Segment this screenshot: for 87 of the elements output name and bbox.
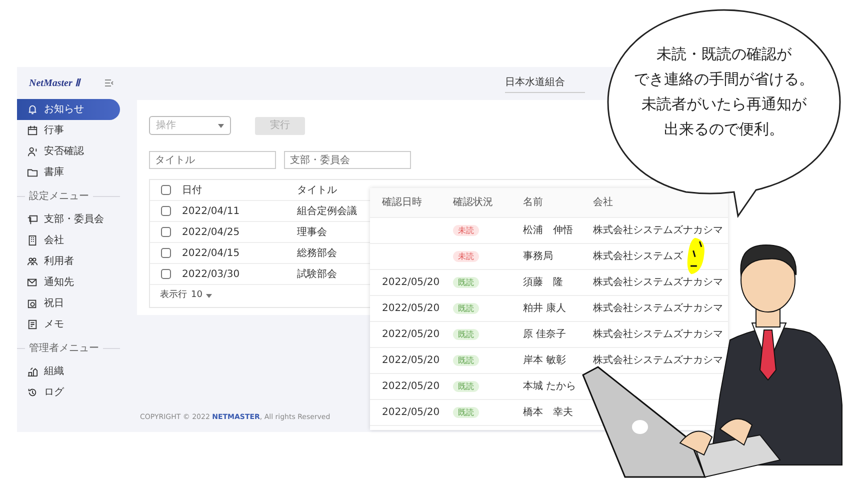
table-cell: 総務部会 [297, 248, 337, 258]
table-cell-text: 株式会社システムズナカシマ [593, 328, 723, 342]
speech-text: 未読者がいたら再通知が [642, 94, 806, 114]
table-cell: 2022/04/11 [182, 206, 240, 216]
row-checkbox[interactable] [161, 227, 171, 237]
signboard-icon [27, 214, 38, 225]
sidebar-item[interactable]: お知らせ [17, 99, 120, 120]
caret-icon [206, 294, 212, 298]
surprise-marks-drawing [686, 236, 706, 276]
memo-icon [27, 319, 38, 330]
status-tag: 既読 [453, 407, 479, 418]
person-icon [27, 146, 38, 157]
menu-section-title: 管理者メニュー [29, 342, 99, 356]
table-cell: 2022/05/20 [382, 329, 440, 340]
table-cell: 2022/05/20 [382, 355, 440, 366]
column-header: 確認日時 [381, 196, 423, 210]
table-cell: 組合定例会議 [297, 206, 357, 216]
bell-icon [27, 104, 38, 115]
table-cell: 須藤 隆 [523, 277, 563, 288]
table-cell: 理事会 [297, 226, 327, 238]
column-header: 会社 [593, 196, 613, 210]
menu-collapse-icon[interactable] [105, 79, 114, 87]
table-cell: 岸本 敏彰 [523, 355, 566, 366]
column-header: 日付 [182, 184, 202, 196]
table-cell: 2022/03/30 [182, 268, 240, 280]
table-cell-text: 株式会社システムズナカシマ [593, 276, 723, 290]
organization-selector[interactable]: 日本水道組合 [505, 74, 585, 92]
table-cell: 松浦 伸悟 [523, 225, 573, 236]
sidebar-item[interactable]: 書庫 [17, 162, 120, 183]
column-header: 確認状況 [453, 196, 494, 210]
sidebar-item[interactable]: 通知先 [17, 272, 120, 293]
caret-icon [218, 124, 224, 128]
calendar-icon [27, 125, 38, 136]
table-cell: 橋本 幸夫 [523, 407, 573, 418]
table-cell-text: 株式会社システムズナカシマ [593, 302, 723, 316]
envelope-icon [27, 277, 38, 288]
filter-field[interactable]: 支部・委員会 [284, 151, 411, 169]
table-cell: 2022/05/20 [382, 407, 440, 418]
speech-text: 未読・既読の確認が [656, 44, 792, 64]
status-tag: 未読 [453, 251, 479, 262]
table-cell-text: 株式会社システムズナカシマ [593, 224, 723, 238]
sidebar-item[interactable]: 組織 [17, 361, 120, 382]
table-cell: 粕井 康人 [523, 303, 566, 314]
organization-icon [27, 366, 38, 377]
rows-per-page-label: 表示行 [160, 289, 187, 302]
table-cell: 2022/05/20 [382, 277, 440, 288]
column-header: 名前 [523, 196, 544, 210]
table-cell-text: 株式会社システムズ [593, 250, 683, 264]
status-tag: 既読 [453, 381, 479, 392]
status-tag: 既読 [453, 355, 479, 366]
sidebar-item[interactable]: ログ [17, 382, 120, 403]
sidebar-item[interactable]: 行事 [17, 120, 120, 141]
speech-text: 出来るので便利。 [664, 119, 784, 139]
calendar-clock-icon [27, 298, 38, 309]
speech-text: でき連絡の手間が省ける。 [634, 69, 814, 89]
people-icon [27, 256, 38, 267]
sidebar-item[interactable]: 利用者 [17, 251, 120, 272]
table-cell: 2022/04/15 [182, 248, 240, 258]
sidebar-item[interactable]: 安否確認 [17, 141, 120, 162]
filter-field[interactable]: タイトル [149, 151, 276, 169]
status-tag: 既読 [453, 303, 479, 314]
folder-icon [27, 167, 38, 178]
sidebar-item[interactable]: 支部・委員会 [17, 209, 120, 230]
table-cell: 2022/04/25 [182, 226, 240, 238]
column-header: タイトル [297, 184, 337, 196]
table-cell: 2022/05/20 [382, 381, 440, 392]
select-all-checkbox[interactable] [161, 185, 171, 195]
sidebar-item[interactable]: 祝日 [17, 293, 120, 314]
row-checkbox[interactable] [161, 206, 171, 216]
table-cell-text: 株式会社システムズナカシマ [593, 354, 723, 368]
app-logo: NetMaster Ⅱ [29, 76, 80, 90]
rows-per-page-select[interactable]: 10 [191, 289, 202, 303]
sidebar-item[interactable]: 会社 [17, 230, 120, 251]
table-cell: 2022/05/20 [382, 303, 440, 314]
table-cell: 事務局 [523, 251, 553, 262]
table-cell: 原 佳奈子 [523, 329, 566, 340]
history-icon [27, 387, 38, 398]
status-tag: 既読 [453, 329, 479, 340]
table-cell: 試験部会 [297, 268, 337, 280]
status-tag: 既読 [453, 277, 479, 288]
row-checkbox[interactable] [161, 248, 171, 258]
sidebar-item[interactable]: メモ [17, 314, 120, 335]
menu-section-title: 設定メニュー [29, 190, 89, 204]
building-icon [27, 235, 38, 246]
table-cell: 本城 たから [523, 381, 576, 392]
status-tag: 未読 [453, 225, 479, 236]
row-checkbox[interactable] [161, 269, 171, 279]
